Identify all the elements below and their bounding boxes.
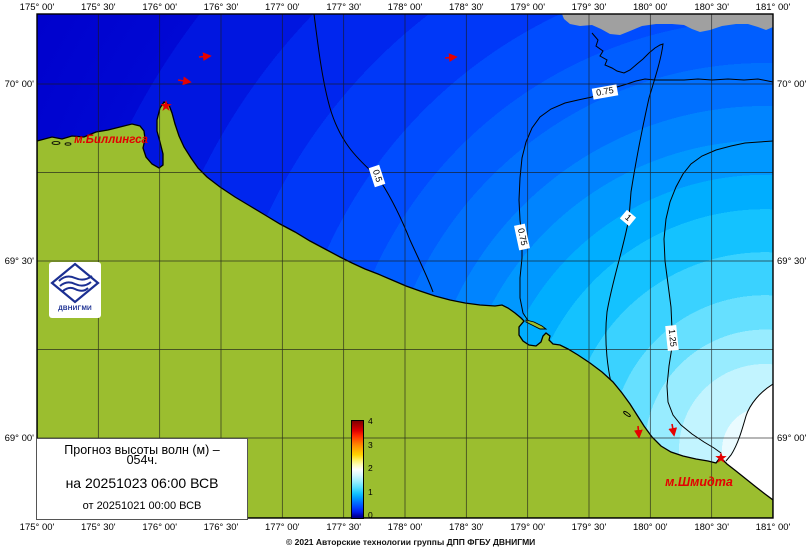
dvnigmi-logo: ДВНИГМИ	[49, 262, 101, 318]
top-axis-label: 179° 30'	[572, 2, 607, 13]
colorbar-tick: 4	[368, 416, 373, 426]
top-axis-label: 176° 00'	[142, 2, 177, 13]
left-axis-label: 69° 30'	[5, 256, 35, 267]
colorbar-tick: 2	[368, 463, 373, 473]
forecast-lead-time: 054ч.	[37, 453, 247, 467]
top-axis-label: 176° 30'	[204, 2, 239, 13]
logo-waves-diamond-icon	[49, 262, 101, 306]
bottom-axis-label: 178° 30'	[449, 522, 484, 533]
forecast-valid-time: на 20251023 06:00 ВСВ	[37, 475, 247, 491]
top-axis-label: 175° 00'	[20, 2, 55, 13]
bottom-axis: 175° 00' 175° 30' 176° 00' 176° 30' 177°…	[20, 522, 791, 533]
right-axis-label: 70° 00'	[777, 79, 807, 90]
bottom-axis-label: 177° 30'	[326, 522, 361, 533]
left-axis: 70° 00' 69° 30' 69° 00'	[5, 79, 35, 444]
colorbar-ramp	[351, 420, 364, 519]
top-axis-label: 181° 00'	[756, 2, 791, 13]
top-axis-label: 179° 00'	[510, 2, 545, 13]
bottom-axis-label: 175° 00'	[20, 522, 55, 533]
wave-height-colorbar: 4 3 2 1 0	[351, 420, 364, 519]
bottom-axis-label: 178° 00'	[388, 522, 423, 533]
top-axis-label: 175° 30'	[81, 2, 116, 13]
top-axis-label: 177° 30'	[326, 2, 361, 13]
top-axis: 175° 00' 175° 30' 176° 00' 176° 30' 177°…	[20, 2, 791, 13]
colorbar-tick: 0	[368, 510, 373, 520]
logo-text: ДВНИГМИ	[49, 305, 101, 312]
bottom-axis-label: 176° 30'	[204, 522, 239, 533]
direction-arrow	[445, 57, 456, 58]
bottom-axis-label: 177° 00'	[265, 522, 300, 533]
left-axis-label: 69° 00'	[5, 433, 35, 444]
right-axis-label: 69° 30'	[777, 256, 807, 267]
direction-arrow	[199, 56, 210, 57]
bottom-axis-label: 179° 00'	[510, 522, 545, 533]
forecast-issue-time: от 20251021 00:00 ВСВ	[37, 500, 247, 512]
bottom-axis-label: 176° 00'	[142, 522, 177, 533]
forecast-info-box: Прогноз высоты волн (м) – 054ч. на 20251…	[36, 438, 248, 520]
bottom-axis-label: 181° 00'	[756, 522, 791, 533]
top-axis-label: 178° 00'	[388, 2, 423, 13]
wave-forecast-map-figure: 0.5 0.75 0.75 1 1.25	[0, 0, 810, 550]
left-axis-label: 70° 00'	[5, 79, 35, 90]
top-axis-label: 180° 30'	[694, 2, 729, 13]
colorbar-tick: 3	[368, 440, 373, 450]
place-label-shmidta: м.Шмидта	[665, 475, 733, 489]
top-axis-label: 178° 30'	[449, 2, 484, 13]
bottom-axis-label: 179° 30'	[572, 522, 607, 533]
bottom-axis-label: 175° 30'	[81, 522, 116, 533]
contour-label-text: 1.25	[667, 329, 679, 347]
right-axis: 70° 00' 69° 30' 69° 00'	[777, 79, 807, 444]
bottom-axis-label: 180° 30'	[694, 522, 729, 533]
copyright-line: © 2021 Авторские технологии группы ДПП Ф…	[286, 537, 535, 547]
top-axis-label: 177° 00'	[265, 2, 300, 13]
colorbar-tick: 1	[368, 487, 373, 497]
right-axis-label: 69° 00'	[777, 433, 807, 444]
direction-arrow	[638, 426, 639, 437]
top-axis-label: 180° 00'	[633, 2, 668, 13]
bottom-axis-label: 180° 00'	[633, 522, 668, 533]
place-label-billingsa: м.Биллингса	[74, 134, 148, 146]
